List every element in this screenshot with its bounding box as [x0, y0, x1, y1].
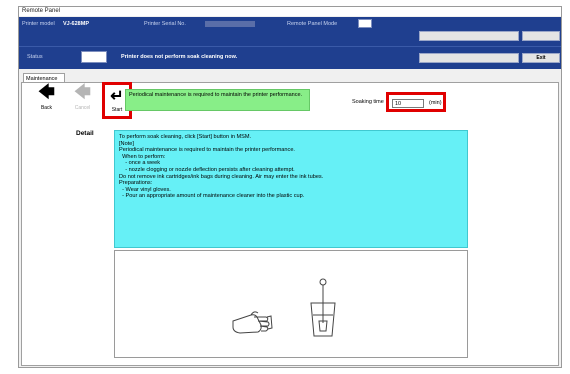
soaking-time-input[interactable] [392, 99, 424, 108]
detail-line: When to perform: [119, 153, 166, 160]
back-arrow-icon: 🡄 [38, 84, 55, 101]
status-indicator [81, 51, 107, 63]
preparation-illustration [114, 250, 468, 358]
detail-line: [Note] [119, 140, 134, 147]
detail-text-box: To perform soak cleaning, click [Start] … [114, 130, 468, 248]
header-disabled-button-3[interactable] [419, 53, 519, 63]
printer-serial-label: Printer Serial No. [144, 21, 186, 27]
illustration-svg [232, 278, 336, 337]
printer-model-value: VJ-628MP [63, 21, 89, 27]
header-disabled-button-2[interactable] [522, 31, 560, 41]
detail-line: Do not remove ink cartridges/ink bags du… [119, 173, 324, 180]
detail-line: To perform soak cleaning, click [Start] … [119, 134, 252, 140]
detail-line: Preparations: [119, 180, 153, 187]
printer-header: Printer model VJ-628MP Printer Serial No… [19, 17, 561, 69]
status-message: Printer does not perform soak cleaning n… [121, 54, 238, 60]
printer-model-label: Printer model [22, 21, 55, 27]
remote-panel-mode-indicator [358, 19, 372, 28]
exit-button[interactable]: Exit [522, 53, 560, 63]
detail-line: - Wear vinyl gloves. [119, 186, 171, 193]
cancel-label: Cancel [74, 105, 91, 111]
soaking-time-unit: (min) [429, 100, 442, 106]
remote-panel-mode-label: Remote Panel Mode [287, 21, 338, 27]
detail-line: Periodical maintenance is required to ma… [119, 147, 295, 154]
cancel-arrow-icon: 🡄 [74, 84, 91, 101]
detail-line: - Pour an appropriate amount of maintena… [119, 193, 305, 200]
header-disabled-button-1[interactable] [419, 31, 519, 41]
detail-line: - once a week [119, 160, 161, 167]
detail-label: Detail [76, 130, 94, 137]
glove-icon [232, 311, 273, 334]
window-title: Remote Panel [19, 7, 561, 16]
cleaning-cup-icon [310, 278, 336, 337]
back-button[interactable]: 🡄 Back [34, 82, 59, 114]
soaking-time-label: Soaking time [352, 99, 384, 105]
maintenance-message: Periodical maintenance is required to ma… [125, 89, 310, 111]
back-label: Back [40, 105, 53, 111]
soaking-time-group: (min) [386, 92, 446, 112]
detail-line: - nozzle clogging or nozzle deflection p… [119, 166, 295, 173]
cancel-button[interactable]: 🡄 Cancel [70, 82, 95, 114]
status-label: Status [27, 54, 43, 60]
printer-serial-value-masked [205, 21, 255, 27]
header-divider [19, 46, 561, 47]
